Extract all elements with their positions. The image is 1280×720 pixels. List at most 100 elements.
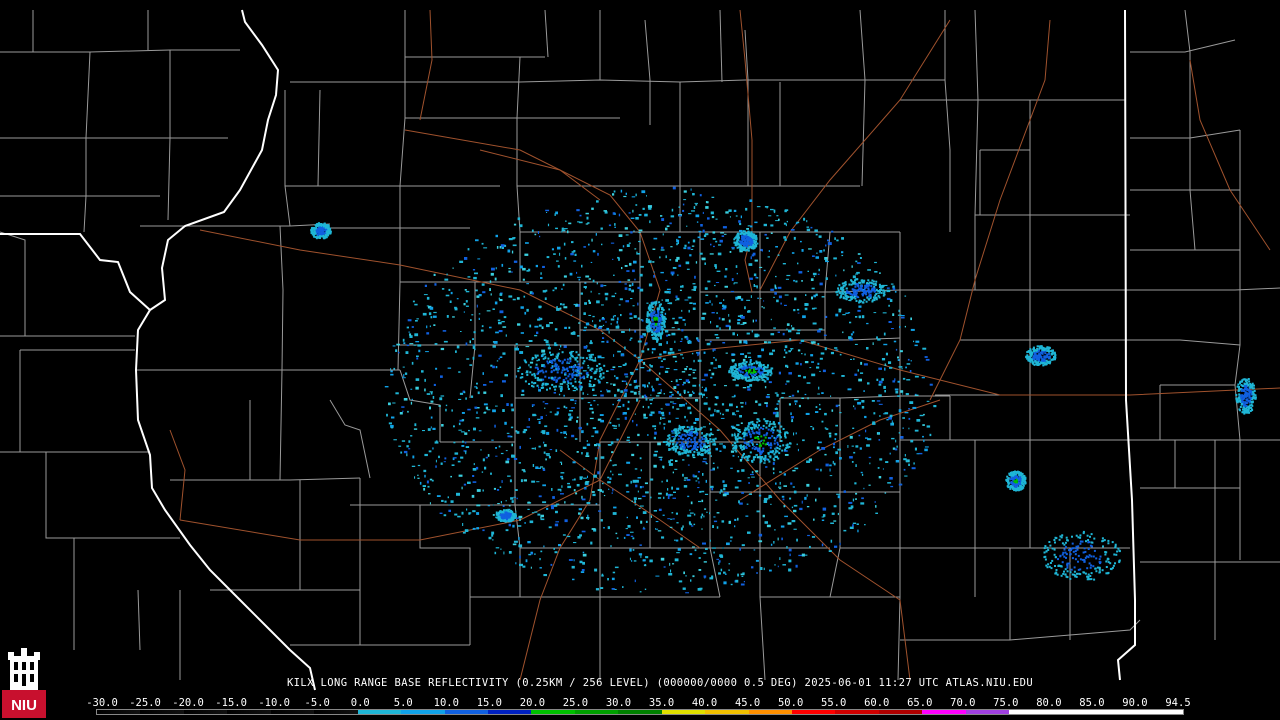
echo-pixel xyxy=(515,510,517,512)
echo-pixel xyxy=(495,331,499,334)
echo-pixel xyxy=(530,566,532,569)
echo-pixel xyxy=(661,536,665,539)
echo-pixel xyxy=(639,544,642,546)
echo-pixel xyxy=(640,520,643,524)
echo-pixel xyxy=(732,379,736,381)
echo-pixel xyxy=(768,250,770,252)
echo-pixel xyxy=(772,462,775,465)
echo-pixel xyxy=(837,512,839,516)
echo-pixel xyxy=(528,340,533,342)
echo-pixel xyxy=(661,311,664,314)
echo-pixel xyxy=(801,397,804,399)
echo-pixel xyxy=(576,209,580,212)
echo-pixel xyxy=(719,327,721,331)
echo-pixel xyxy=(582,392,584,395)
echo-pixel xyxy=(825,277,828,280)
echo-pixel xyxy=(752,319,754,323)
echo-pixel xyxy=(588,301,591,304)
echo-pixel xyxy=(889,299,893,302)
echo-pixel xyxy=(623,389,628,392)
echo-pixel xyxy=(775,449,778,452)
echo-pixel xyxy=(592,279,595,283)
echo-pixel xyxy=(654,431,657,435)
echo-pixel xyxy=(617,317,619,321)
echo-pixel xyxy=(591,238,593,242)
echo-pixel xyxy=(804,353,806,356)
echo-pixel xyxy=(705,302,709,304)
echo-pixel xyxy=(474,348,476,351)
echo-pixel xyxy=(667,334,671,336)
echo-pixel xyxy=(743,247,746,250)
echo-pixel xyxy=(730,583,733,586)
echo-pixel xyxy=(587,374,590,377)
echo-pixel xyxy=(676,552,680,554)
echo-pixel xyxy=(402,377,406,379)
echo-pixel xyxy=(674,431,678,435)
echo-pixel xyxy=(616,418,620,420)
echo-pixel xyxy=(749,199,753,202)
echo-pixel xyxy=(1059,535,1062,538)
echo-pixel xyxy=(562,303,565,306)
echo-pixel xyxy=(411,361,414,365)
echo-pixel xyxy=(614,394,617,397)
echo-pixel xyxy=(687,391,690,394)
echo-pixel xyxy=(798,404,801,408)
echo-pixel xyxy=(753,412,758,414)
echo-pixel xyxy=(676,446,679,449)
echo-pixel xyxy=(1011,485,1014,488)
echo-pixel xyxy=(663,465,665,469)
echo-pixel xyxy=(641,395,644,398)
echo-pixel xyxy=(503,316,507,319)
echo-pixel xyxy=(1031,352,1033,354)
echo-pixel xyxy=(919,414,924,417)
echo-pixel xyxy=(892,287,896,291)
echo-pixel xyxy=(696,448,698,451)
echo-pixel xyxy=(566,361,569,364)
echo-pixel xyxy=(860,502,865,505)
echo-pixel xyxy=(632,420,634,423)
echo-pixel xyxy=(519,445,521,449)
echo-pixel xyxy=(786,444,789,447)
echo-pixel xyxy=(898,366,903,368)
echo-pixel xyxy=(625,376,629,378)
echo-pixel xyxy=(872,342,874,345)
echo-pixel xyxy=(560,371,563,374)
echo-pixel xyxy=(751,430,754,433)
echo-pixel xyxy=(923,413,925,416)
echo-pixel xyxy=(1087,539,1090,541)
echo-pixel xyxy=(629,262,632,266)
echo-pixel xyxy=(512,244,517,247)
echo-pixel xyxy=(544,425,548,428)
echo-pixel xyxy=(746,459,749,462)
echo-pixel xyxy=(572,368,575,371)
echo-pixel xyxy=(628,441,631,443)
echo-pixel xyxy=(724,385,727,387)
echo-pixel xyxy=(447,496,449,499)
echo-pixel xyxy=(577,536,581,539)
echo-pixel xyxy=(786,274,791,277)
echo-pixel xyxy=(322,236,325,239)
echo-pixel xyxy=(1057,558,1059,561)
echo-pixel xyxy=(689,451,692,454)
echo-pixel xyxy=(474,386,478,388)
echo-pixel xyxy=(740,240,742,243)
echo-pixel xyxy=(423,487,426,491)
echo-pixel xyxy=(711,575,714,579)
echo-pixel xyxy=(680,354,683,356)
echo-pixel xyxy=(554,376,557,379)
echo-pixel xyxy=(430,391,433,395)
echo-pixel xyxy=(799,342,802,344)
echo-pixel xyxy=(745,379,748,382)
echo-pixel xyxy=(625,382,628,385)
echo-pixel xyxy=(406,453,408,457)
echo-pixel xyxy=(776,447,779,449)
echo-pixel xyxy=(444,500,447,503)
echo-pixel xyxy=(529,437,531,440)
echo-pixel xyxy=(602,337,605,339)
echo-pixel xyxy=(540,272,542,275)
radar-map[interactable]: NIU KILX LONG RANGE BASE REFLECTIVITY (0… xyxy=(0,0,1280,720)
echo-pixel xyxy=(1105,560,1108,563)
echo-pixel xyxy=(878,476,882,479)
echo-pixel xyxy=(758,533,763,537)
echo-pixel xyxy=(745,207,748,211)
